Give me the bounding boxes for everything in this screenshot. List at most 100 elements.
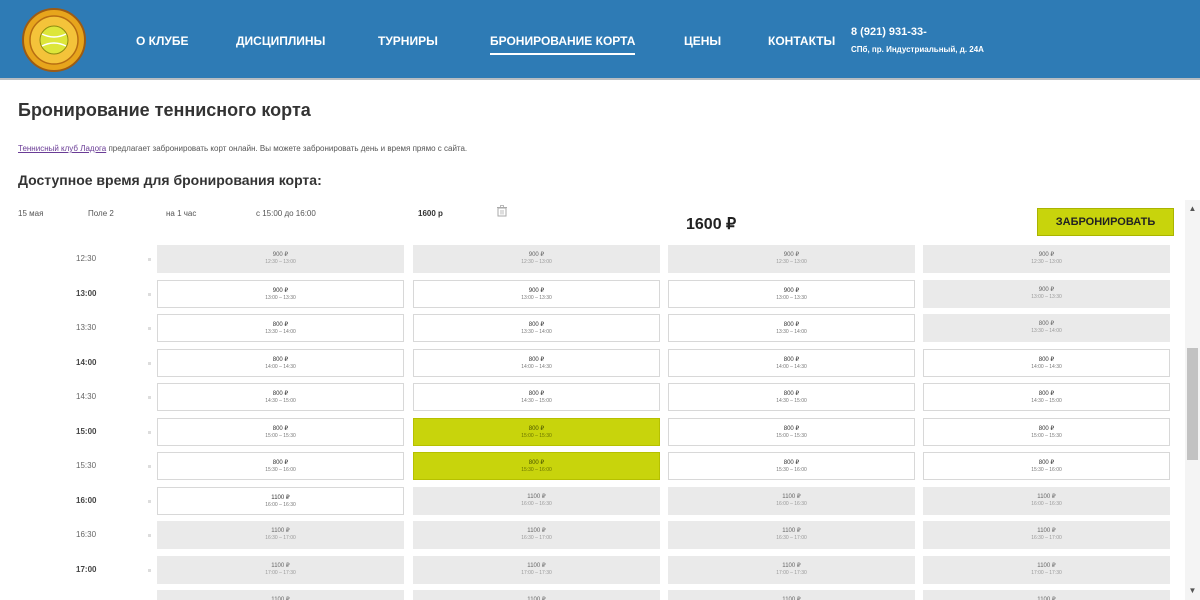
slot-time-range: 16:00 – 16:30 xyxy=(1031,500,1062,507)
nav-item-about[interactable]: О КЛУБЕ xyxy=(136,34,189,48)
slot-time-range: 17:00 – 17:30 xyxy=(521,569,552,576)
slot-time-range: 15:30 – 16:00 xyxy=(1031,467,1062,473)
selection-court: Поле 2 xyxy=(88,209,114,218)
slot-time-range: 14:00 – 14:30 xyxy=(521,363,552,370)
time-slot-unavailable: 1100 ₽16:00 – 16:30 xyxy=(923,486,1170,515)
slot-time-range: 17:00 – 17:30 xyxy=(1031,569,1062,576)
schedule-grid: 12:30 900 ₽12:30 – 13:00 900 ₽12:30 – 13:0… xyxy=(0,242,1185,600)
time-slot-unavailable: 1100 ₽16:30 – 17:00 xyxy=(668,521,915,549)
time-slot-available[interactable]: 900 ₽13:00 – 13:30 xyxy=(157,279,404,308)
vertical-scrollbar[interactable]: ▲ ▼ xyxy=(1185,200,1200,600)
time-slot-unavailable: 1100 ₽16:00 – 16:30 xyxy=(668,486,915,515)
selection-price: 1600 р xyxy=(418,209,443,218)
nav-item-disciplines[interactable]: ДИСЦИПЛИНЫ xyxy=(236,34,325,48)
slot-price: 800 ₽ xyxy=(528,460,545,466)
time-slot-available[interactable]: 800 ₽15:30 – 16:00 xyxy=(923,452,1170,480)
time-slot-available[interactable]: 800 ₽14:00 – 14:30 xyxy=(413,348,660,377)
row-time-label: 13:30 xyxy=(76,323,97,332)
slot-price: 1100 ₽ xyxy=(527,528,546,534)
slot-price: 1100 ₽ xyxy=(1037,528,1056,534)
slot-price: 800 ₽ xyxy=(1038,460,1055,466)
time-slot-available[interactable]: 800 ₽14:00 – 14:30 xyxy=(157,348,404,377)
phone-number[interactable]: 8 (921) 931-33- xyxy=(851,26,927,38)
slot-time-range: 16:30 – 17:00 xyxy=(1031,535,1062,541)
schedule-row: 12:30 900 ₽12:30 – 13:00 900 ₽12:30 – 13:0… xyxy=(0,242,1185,274)
time-slot-available[interactable]: 900 ₽13:00 – 13:30 xyxy=(668,279,915,308)
slot-time-range: 13:30 – 14:00 xyxy=(776,329,807,335)
selection-time: с 15:00 до 16:00 xyxy=(256,209,316,218)
time-slot-available[interactable]: 900 ₽13:00 – 13:30 xyxy=(413,279,660,308)
time-slot-available[interactable]: 800 ₽14:00 – 14:30 xyxy=(923,348,1170,377)
time-slot-available[interactable]: 800 ₽15:00 – 15:30 xyxy=(923,417,1170,446)
trash-icon[interactable] xyxy=(496,205,508,217)
time-slot-available[interactable]: 800 ₽13:30 – 14:00 xyxy=(157,314,404,342)
slot-price: 800 ₽ xyxy=(272,391,289,397)
time-slot-available[interactable]: 800 ₽14:30 – 15:00 xyxy=(668,383,915,411)
slot-price: 1100 ₽ xyxy=(1037,493,1056,500)
tennis-club-logo-icon[interactable] xyxy=(22,8,86,72)
schedule-row: 1100 ₽ 1100 ₽ 1100 ₽ 1100 ₽ xyxy=(0,587,1185,600)
slot-time-range: 16:00 – 16:30 xyxy=(521,500,552,507)
time-slot-available[interactable]: 1100 ₽16:00 – 16:30 xyxy=(157,486,404,515)
slot-time-range: 15:00 – 15:30 xyxy=(776,432,807,439)
slot-price: 900 ₽ xyxy=(783,252,800,258)
time-slot-unavailable: 1100 ₽ xyxy=(668,590,915,600)
nav-item-contacts[interactable]: КОНТАКТЫ xyxy=(768,34,835,48)
time-slot-selected[interactable]: 800 ₽15:00 – 15:30 xyxy=(413,417,660,446)
nav-item-tournaments[interactable]: ТУРНИРЫ xyxy=(378,34,438,48)
slot-price: 800 ₽ xyxy=(272,322,289,328)
club-link[interactable]: Теннисный клуб Ладога xyxy=(18,144,106,153)
nav-item-court-booking[interactable]: БРОНИРОВАНИЕ КОРТА xyxy=(490,34,636,55)
slot-time-range: 14:30 – 15:00 xyxy=(265,398,296,404)
page-title: Бронирование теннисного корта xyxy=(18,100,311,120)
row-divider-dot xyxy=(148,499,151,503)
time-slot-available[interactable]: 800 ₽15:30 – 16:00 xyxy=(668,452,915,480)
time-slot-selected[interactable]: 800 ₽15:30 – 16:00 xyxy=(413,452,660,480)
time-slot-unavailable: 1100 ₽17:00 – 17:30 xyxy=(413,555,660,584)
slot-price: 800 ₽ xyxy=(528,356,545,363)
slot-time-range: 16:30 – 17:00 xyxy=(521,535,552,541)
slot-price: 800 ₽ xyxy=(783,460,800,466)
time-slot-available[interactable]: 800 ₽13:30 – 14:00 xyxy=(668,314,915,342)
schedule-row: 16:30 1100 ₽16:30 – 17:00 1100 ₽16:30 – 17… xyxy=(0,518,1185,550)
time-slot-available[interactable]: 800 ₽14:30 – 15:00 xyxy=(157,383,404,411)
time-slot-unavailable: 1100 ₽16:00 – 16:30 xyxy=(413,486,660,515)
slot-price: 800 ₽ xyxy=(528,425,545,432)
slot-time-range: 15:00 – 15:30 xyxy=(1031,432,1062,439)
slot-time-range: 13:00 – 13:30 xyxy=(265,294,296,301)
nav-item-prices[interactable]: ЦЕНЫ xyxy=(684,34,721,48)
slot-price: 800 ₽ xyxy=(783,356,800,363)
time-slot-available[interactable]: 800 ₽14:30 – 15:00 xyxy=(923,383,1170,411)
slot-time-range: 17:00 – 17:30 xyxy=(776,569,807,576)
time-slot-unavailable: 900 ₽12:30 – 13:00 xyxy=(413,245,660,273)
scroll-down-arrow-icon[interactable]: ▼ xyxy=(1185,584,1200,598)
scroll-up-arrow-icon[interactable]: ▲ xyxy=(1185,202,1200,216)
time-slot-unavailable: 1100 ₽16:30 – 17:00 xyxy=(157,521,404,549)
time-slot-unavailable: 900 ₽12:30 – 13:00 xyxy=(668,245,915,273)
time-slot-unavailable: 1100 ₽ xyxy=(157,590,404,600)
time-slot-available[interactable]: 800 ₽14:30 – 15:00 xyxy=(413,383,660,411)
slot-time-range: 12:30 – 13:00 xyxy=(776,259,807,265)
row-divider-dot xyxy=(148,258,151,261)
schedule-row: 15:00 800 ₽15:00 – 15:30 800 ₽15:00 – 15:3… xyxy=(0,415,1185,447)
slot-time-range: 13:00 – 13:30 xyxy=(1031,293,1062,300)
time-slot-available[interactable]: 800 ₽15:00 – 15:30 xyxy=(157,417,404,446)
slot-time-range: 14:00 – 14:30 xyxy=(776,363,807,370)
schedule-row: 13:00 900 ₽13:00 – 13:30 900 ₽13:00 – 13:3… xyxy=(0,277,1185,309)
intro-text: Теннисный клуб Ладога предлагает заброни… xyxy=(18,144,467,153)
row-divider-dot xyxy=(148,327,151,330)
scrollbar-thumb[interactable] xyxy=(1187,348,1198,460)
row-time-label: 14:30 xyxy=(76,392,97,401)
row-divider-dot xyxy=(148,534,151,537)
time-slot-available[interactable]: 800 ₽13:30 – 14:00 xyxy=(413,314,660,342)
slot-price: 1100 ₽ xyxy=(782,528,801,534)
book-button[interactable]: ЗАБРОНИРОВАТЬ xyxy=(1037,208,1174,236)
slot-price: 1100 ₽ xyxy=(271,597,290,600)
slot-time-range: 14:00 – 14:30 xyxy=(265,363,296,370)
slot-price: 800 ₽ xyxy=(272,425,289,432)
time-slot-available[interactable]: 800 ₽14:00 – 14:30 xyxy=(668,348,915,377)
time-slot-available[interactable]: 800 ₽15:30 – 16:00 xyxy=(157,452,404,480)
time-slot-available[interactable]: 800 ₽15:00 – 15:30 xyxy=(668,417,915,446)
row-divider-dot xyxy=(148,568,151,572)
slot-time-range: 12:30 – 13:00 xyxy=(1031,259,1062,265)
